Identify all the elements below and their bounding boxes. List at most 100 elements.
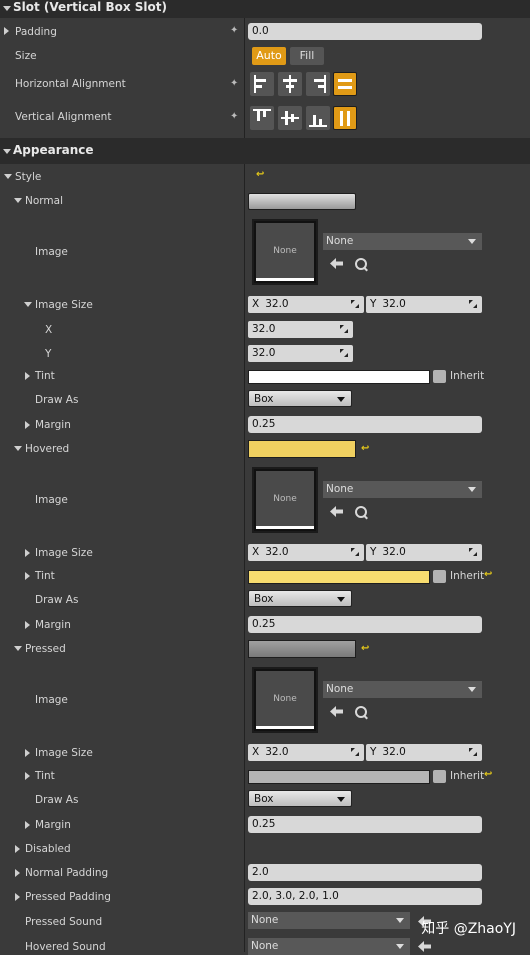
- browse-search-icon[interactable]: [355, 506, 367, 518]
- pin-icon[interactable]: ✦: [230, 25, 238, 36]
- collapse-arrow-icon[interactable]: [14, 198, 22, 203]
- appearance-section-title: Appearance: [13, 143, 94, 157]
- expand-arrow-icon[interactable]: [25, 421, 30, 429]
- pressed-image-size-y-field[interactable]: Y 32.0: [366, 744, 482, 761]
- normal-image-asset-combo[interactable]: None: [323, 233, 482, 250]
- expand-arrow-icon[interactable]: [25, 549, 30, 557]
- hovered-draw-as-dropdown[interactable]: Box: [248, 590, 352, 607]
- align-left-button[interactable]: [250, 72, 274, 96]
- reset-to-default-icon[interactable]: ↩: [484, 769, 492, 780]
- style-label: Style: [15, 171, 42, 183]
- pressed-draw-as-dropdown[interactable]: Box: [248, 790, 352, 807]
- drag-handle-icon[interactable]: [351, 548, 359, 556]
- expand-arrow-icon[interactable]: [15, 845, 20, 853]
- chevron-down-icon: [337, 597, 345, 602]
- drag-handle-icon[interactable]: [469, 300, 477, 308]
- reset-to-default-icon[interactable]: ↩: [256, 169, 264, 180]
- hovered-image-asset-combo[interactable]: None: [323, 481, 482, 498]
- pressed-brush-preview[interactable]: [248, 640, 356, 658]
- valign-top-button[interactable]: [250, 106, 274, 130]
- collapse-arrow-icon[interactable]: [4, 174, 12, 179]
- pin-icon[interactable]: ✦: [230, 78, 238, 89]
- normal-x-field[interactable]: 32.0: [248, 321, 353, 338]
- hovered-sound-combo[interactable]: None: [248, 938, 410, 955]
- expand-arrow-icon[interactable]: [15, 893, 20, 901]
- size-fill-button[interactable]: Fill: [290, 47, 324, 65]
- drag-handle-icon[interactable]: [340, 325, 348, 333]
- expand-arrow-icon[interactable]: [15, 869, 20, 877]
- thumbnail-none-text: None: [256, 671, 314, 727]
- pressed-image-size-label: Image Size: [35, 747, 93, 759]
- collapse-arrow-icon[interactable]: [24, 302, 32, 307]
- thumbnail-none-text: None: [256, 223, 314, 279]
- reset-to-default-icon[interactable]: ↩: [361, 443, 369, 454]
- normal-image-thumbnail[interactable]: None: [252, 219, 318, 285]
- pressed-image-asset-combo[interactable]: None: [323, 681, 482, 698]
- chevron-down-icon: [396, 944, 404, 949]
- pressed-tint-color[interactable]: [248, 770, 430, 784]
- expand-arrow-icon[interactable]: [25, 621, 30, 629]
- hovered-inherit-checkbox[interactable]: [433, 570, 446, 583]
- pressed-tint-label: Tint: [35, 770, 55, 782]
- expand-arrow-icon[interactable]: [25, 572, 30, 580]
- align-left-icon: [254, 75, 256, 93]
- normal-padding-field[interactable]: 2.0: [248, 864, 482, 881]
- normal-image-size-x-field[interactable]: X 32.0: [248, 296, 364, 313]
- valign-fill-button[interactable]: [333, 106, 357, 130]
- expand-arrow-icon[interactable]: [25, 749, 30, 757]
- expand-arrow-icon[interactable]: [4, 27, 9, 35]
- expand-arrow-icon[interactable]: [25, 772, 30, 780]
- use-selected-arrow-icon[interactable]: [330, 506, 343, 517]
- use-selected-arrow-icon[interactable]: [330, 706, 343, 717]
- normal-y-field[interactable]: 32.0: [248, 345, 353, 362]
- pressed-margin-field[interactable]: 0.25: [248, 816, 482, 833]
- thumbnail-none-text: None: [256, 471, 314, 527]
- normal-margin-field[interactable]: 0.25: [248, 416, 482, 433]
- normal-inherit-checkbox[interactable]: [433, 370, 446, 383]
- pressed-image-thumbnail[interactable]: None: [252, 667, 318, 733]
- normal-brush-preview[interactable]: [248, 193, 356, 210]
- collapse-arrow-icon[interactable]: [14, 446, 22, 451]
- align-fill-button[interactable]: [333, 72, 357, 96]
- normal-draw-as-dropdown[interactable]: Box: [248, 390, 352, 407]
- reset-to-default-icon[interactable]: ↩: [361, 643, 369, 654]
- drag-handle-icon[interactable]: [469, 748, 477, 756]
- hovered-image-thumbnail[interactable]: None: [252, 467, 318, 533]
- normal-image-size-y-field[interactable]: Y 32.0: [366, 296, 482, 313]
- valign-bottom-button[interactable]: [306, 106, 330, 130]
- chevron-down-icon: [337, 797, 345, 802]
- drag-handle-icon[interactable]: [351, 748, 359, 756]
- hovered-image-size-x-field[interactable]: X 32.0: [248, 544, 364, 561]
- hovered-brush-preview[interactable]: [248, 440, 356, 458]
- collapse-arrow-icon[interactable]: [14, 646, 22, 651]
- padding-field[interactable]: 0.0: [248, 23, 482, 40]
- hovered-tint-color[interactable]: [248, 570, 430, 584]
- normal-tint-color[interactable]: [248, 370, 430, 384]
- hovered-margin-label: Margin: [35, 619, 71, 631]
- watermark: 知乎 @ZhaoYJ: [421, 921, 516, 937]
- pressed-inherit-checkbox[interactable]: [433, 770, 446, 783]
- use-selected-arrow-icon[interactable]: [418, 941, 431, 952]
- browse-search-icon[interactable]: [355, 706, 367, 718]
- browse-search-icon[interactable]: [355, 258, 367, 270]
- pressed-image-size-x-field[interactable]: X 32.0: [248, 744, 364, 761]
- appearance-section-header[interactable]: Appearance: [0, 138, 530, 164]
- reset-to-default-icon[interactable]: ↩: [484, 569, 492, 580]
- align-right-button[interactable]: [306, 72, 330, 96]
- hovered-image-size-y-field[interactable]: Y 32.0: [366, 544, 482, 561]
- expand-arrow-icon[interactable]: [25, 372, 30, 380]
- hovered-margin-field[interactable]: 0.25: [248, 616, 482, 633]
- drag-handle-icon[interactable]: [351, 300, 359, 308]
- expand-arrow-icon[interactable]: [25, 821, 30, 829]
- valign-center-button[interactable]: [278, 106, 302, 130]
- size-auto-button[interactable]: Auto: [252, 47, 286, 65]
- pressed-padding-field[interactable]: 2.0, 3.0, 2.0, 1.0: [248, 888, 482, 905]
- align-fill-icon: [338, 79, 352, 82]
- pressed-sound-combo[interactable]: None: [248, 912, 410, 929]
- drag-handle-icon[interactable]: [469, 548, 477, 556]
- align-center-button[interactable]: [278, 72, 302, 96]
- drag-handle-icon[interactable]: [340, 349, 348, 357]
- pin-icon[interactable]: ✦: [230, 111, 238, 122]
- slot-section-header[interactable]: Slot (Vertical Box Slot): [0, 0, 530, 18]
- use-selected-arrow-icon[interactable]: [330, 258, 343, 269]
